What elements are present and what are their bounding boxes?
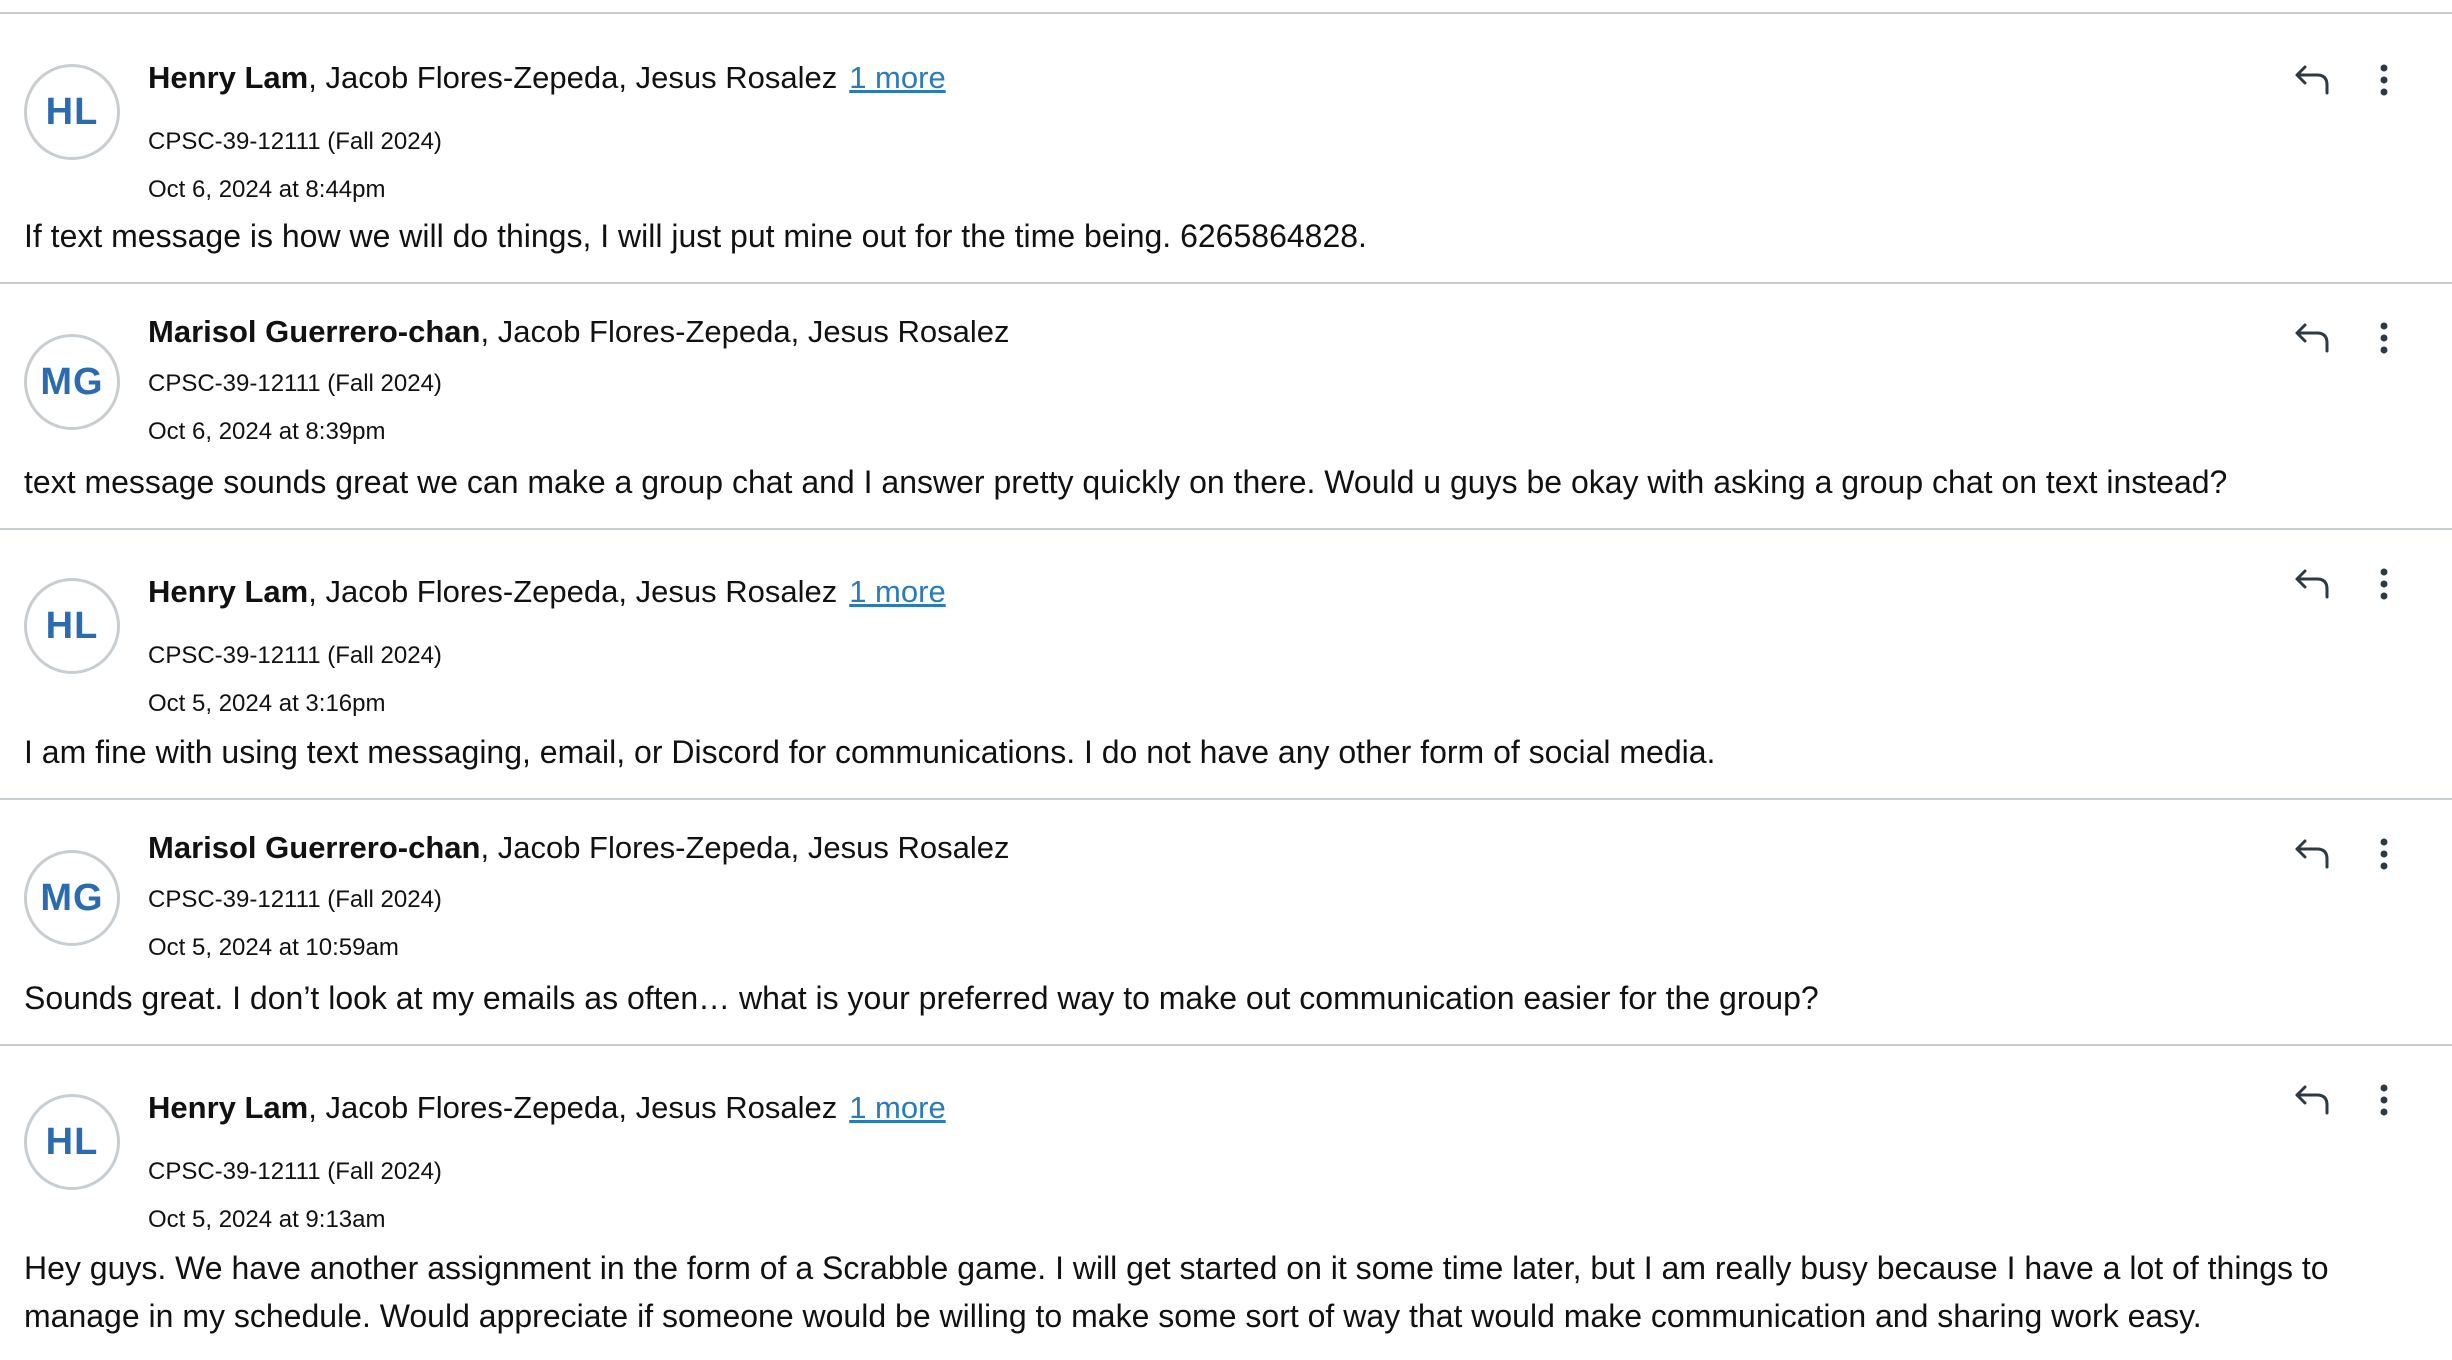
message-body: Hey guys. We have another assignment in …: [24, 1250, 2329, 1334]
course-name: CPSC-39-12111 (Fall 2024): [148, 1158, 442, 1185]
reply-arrow-icon: [2295, 323, 2329, 353]
more-options-button[interactable]: [2358, 54, 2410, 106]
message-item[interactable]: HL Henry Lam, Jacob Flores-Zepeda, Jesus…: [0, 1044, 2452, 1360]
course-name: CPSC-39-12111 (Fall 2024): [148, 128, 442, 155]
participants-line: Marisol Guerrero-chan, Jacob Flores-Zepe…: [148, 312, 1009, 352]
other-participants: , Jacob Flores-Zepeda, Jesus Rosalez: [480, 830, 1010, 865]
reply-button[interactable]: [2286, 828, 2338, 880]
course-name: CPSC-39-12111 (Fall 2024): [148, 642, 442, 669]
avatar-initials: MG: [40, 360, 104, 403]
vertical-ellipsis-icon: [2380, 568, 2388, 600]
avatar: HL: [24, 64, 120, 160]
vertical-ellipsis-icon: [2380, 322, 2388, 354]
reply-arrow-icon: [2295, 65, 2329, 95]
reply-button[interactable]: [2286, 1074, 2338, 1126]
more-participants-link[interactable]: 1 more: [849, 1090, 945, 1125]
author-name: Henry Lam: [148, 60, 309, 95]
reply-button[interactable]: [2286, 312, 2338, 364]
participants-line: Henry Lam, Jacob Flores-Zepeda, Jesus Ro…: [148, 58, 946, 98]
message-body: I am fine with using text messaging, ema…: [24, 734, 1716, 770]
more-options-button[interactable]: [2358, 1074, 2410, 1126]
avatar: HL: [24, 1094, 120, 1190]
message-body: Sounds great. I don’t look at my emails …: [24, 980, 1819, 1016]
reply-arrow-icon: [2295, 569, 2329, 599]
other-participants: , Jacob Flores-Zepeda, Jesus Rosalez: [480, 314, 1010, 349]
more-participants-link[interactable]: 1 more: [849, 574, 945, 609]
message-item[interactable]: HL Henry Lam, Jacob Flores-Zepeda, Jesus…: [0, 12, 2452, 282]
vertical-ellipsis-icon: [2380, 64, 2388, 96]
author-name: Henry Lam: [148, 1090, 309, 1125]
avatar: HL: [24, 578, 120, 674]
more-options-button[interactable]: [2358, 312, 2410, 364]
avatar-initials: HL: [45, 604, 99, 647]
other-participants: , Jacob Flores-Zepeda, Jesus Rosalez: [308, 60, 838, 95]
message-item[interactable]: MG Marisol Guerrero-chan, Jacob Flores-Z…: [0, 282, 2452, 528]
avatar-initials: HL: [45, 90, 99, 133]
course-name: CPSC-39-12111 (Fall 2024): [148, 370, 442, 397]
author-name: Marisol Guerrero-chan: [148, 314, 481, 349]
author-name: Henry Lam: [148, 574, 309, 609]
vertical-ellipsis-icon: [2380, 838, 2388, 870]
message-body: text message sounds great we can make a …: [24, 464, 2228, 500]
reply-arrow-icon: [2295, 839, 2329, 869]
avatar: MG: [24, 334, 120, 430]
course-name: CPSC-39-12111 (Fall 2024): [148, 886, 442, 913]
message-item[interactable]: HL Henry Lam, Jacob Flores-Zepeda, Jesus…: [0, 528, 2452, 798]
participants-line: Henry Lam, Jacob Flores-Zepeda, Jesus Ro…: [148, 572, 946, 612]
message-date: Oct 6, 2024 at 8:44pm: [148, 176, 386, 203]
reply-button[interactable]: [2286, 558, 2338, 610]
message-date: Oct 5, 2024 at 3:16pm: [148, 690, 386, 717]
author-name: Marisol Guerrero-chan: [148, 830, 481, 865]
reply-arrow-icon: [2295, 1085, 2329, 1115]
conversation-thread: HL Henry Lam, Jacob Flores-Zepeda, Jesus…: [0, 0, 2452, 1360]
message-body: If text message is how we will do things…: [24, 218, 1367, 254]
avatar-initials: MG: [40, 876, 104, 919]
participants-line: Henry Lam, Jacob Flores-Zepeda, Jesus Ro…: [148, 1088, 946, 1128]
more-participants-link[interactable]: 1 more: [849, 60, 945, 95]
participants-line: Marisol Guerrero-chan, Jacob Flores-Zepe…: [148, 828, 1009, 868]
other-participants: , Jacob Flores-Zepeda, Jesus Rosalez: [308, 574, 838, 609]
message-date: Oct 5, 2024 at 9:13am: [148, 1206, 386, 1233]
vertical-ellipsis-icon: [2380, 1084, 2388, 1116]
reply-button[interactable]: [2286, 54, 2338, 106]
message-date: Oct 5, 2024 at 10:59am: [148, 934, 399, 961]
message-date: Oct 6, 2024 at 8:39pm: [148, 418, 386, 445]
avatar-initials: HL: [45, 1120, 99, 1163]
avatar: MG: [24, 850, 120, 946]
other-participants: , Jacob Flores-Zepeda, Jesus Rosalez: [308, 1090, 838, 1125]
message-item[interactable]: MG Marisol Guerrero-chan, Jacob Flores-Z…: [0, 798, 2452, 1044]
more-options-button[interactable]: [2358, 558, 2410, 610]
more-options-button[interactable]: [2358, 828, 2410, 880]
